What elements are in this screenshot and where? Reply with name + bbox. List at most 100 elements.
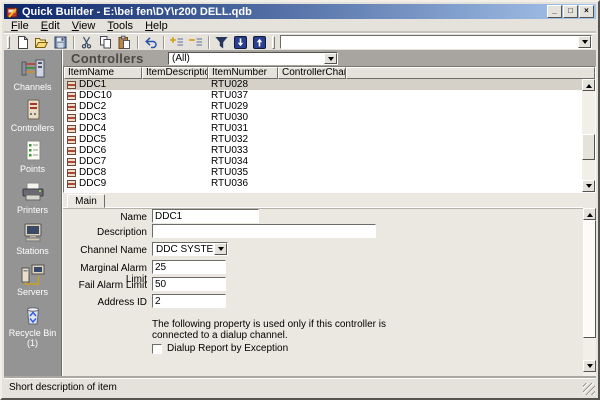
table-row[interactable]: DDC5RTU032 [64,134,582,145]
table-row[interactable]: DDC6RTU033 [64,145,582,156]
table-cell: DDC3 [64,112,142,123]
undo-button[interactable] [141,34,160,50]
window-title: Quick Builder - E:\bei fen\DY\r200 DELL.… [22,6,546,18]
table-row[interactable]: DDC10RTU037 [64,90,582,101]
channel-name-combobox[interactable]: DDC SYSTEM [152,242,228,256]
undo-arrow-icon [143,35,158,50]
description-field[interactable] [152,224,376,238]
filter-button[interactable] [212,34,231,50]
fail-alarm-limit-field[interactable] [152,277,226,291]
paste-button[interactable] [115,34,134,50]
scroll-down-button[interactable] [583,360,596,372]
marginal-alarm-limit-field[interactable] [152,260,226,274]
controller-item-icon [67,180,76,188]
table-cell: RTU031 [208,123,278,134]
dialup-report-checkbox[interactable] [152,344,162,354]
toolbar-grip[interactable] [7,36,10,49]
download-icon [233,35,248,50]
stations-icon [19,222,47,244]
table-cell: RTU037 [208,90,278,101]
open-folder-icon [34,35,49,50]
column-header-itemdescription[interactable]: ItemDescription [142,67,208,79]
printers-icon [19,181,47,203]
sidebar-item-label: Recycle Bin(1) [9,328,57,348]
filter-combobox[interactable]: (All) [168,52,338,65]
tab-main[interactable]: Main [67,194,105,208]
toolbar-grip[interactable] [272,36,275,49]
upload-button[interactable] [250,34,269,50]
toolbar-separator [137,36,138,49]
menu-tools[interactable]: Tools [101,19,139,33]
arrow-up-icon [587,210,593,217]
table-row[interactable]: DDC9RTU036 [64,178,582,189]
resize-grip[interactable] [583,383,595,395]
maximize-button[interactable]: □ [563,5,578,18]
form-vertical-scrollbar[interactable] [583,208,596,378]
sidebar-item-channels[interactable]: Channels [4,58,61,99]
table-vertical-scrollbar[interactable] [582,79,595,192]
table-cell: DDC1 [64,79,142,90]
name-label: Name [67,212,147,223]
sidebar-item-recycle-bin[interactable]: Recycle Bin(1) [4,304,61,345]
controller-item-icon [67,92,76,100]
scrollbar-thumb[interactable] [583,220,596,338]
scrollbar-thumb[interactable] [582,134,595,160]
table-row[interactable]: DDC8RTU035 [64,167,582,178]
sidebar-item-label: Stations [16,246,49,256]
table-row[interactable]: DDC3 RTU030 [64,112,582,123]
table-cell: DDC8 [64,167,142,178]
controller-item-icon [67,114,76,122]
chevron-down-icon [328,57,334,64]
new-button[interactable] [13,34,32,50]
table-row[interactable]: DDC1RTU028 [64,79,582,90]
sidebar-item-label: Printers [17,205,48,215]
scroll-down-button[interactable] [582,180,595,192]
address-id-field[interactable] [152,294,226,308]
sidebar-item-printers[interactable]: Printers [4,181,61,222]
filter-dropdown-button[interactable] [324,53,337,64]
table-cell: RTU030 [208,112,278,123]
controllers-table-body: DDC1RTU028DDC10RTU037DDC2RTU029DDC3 RTU03… [64,79,582,192]
tab-strip: Main [63,193,596,208]
toolbar-separator [208,36,209,49]
menu-view[interactable]: View [66,19,102,33]
sidebar-item-servers[interactable]: Servers [4,263,61,304]
copy-button[interactable] [96,34,115,50]
content-area: Controllers (All) ItemName ItemDescripti… [62,50,596,378]
name-field[interactable] [152,209,259,223]
sidebar-item-label: Servers [17,287,48,297]
page-title: Controllers [71,51,144,66]
toolbar-search-combobox[interactable] [280,35,592,49]
column-header-controllerchannel[interactable]: ControllerChann... [278,67,346,79]
cut-button[interactable] [77,34,96,50]
add-items-icon [169,35,184,50]
table-row[interactable]: DDC4RTU031 [64,123,582,134]
combo-dropdown-button[interactable] [578,36,591,48]
column-header-itemname[interactable]: ItemName [64,67,142,79]
download-button[interactable] [231,34,250,50]
menu-bar: File Edit View Tools Help [4,19,596,33]
dialup-note-line1: The following property is used only if t… [152,319,386,330]
menu-file[interactable]: File [5,19,35,33]
dialup-note-line2: connected to a dialup channel. [152,330,288,341]
remove-items-button[interactable] [186,34,205,50]
scroll-up-button[interactable] [582,79,595,91]
menu-edit[interactable]: Edit [35,19,66,33]
table-row[interactable]: DDC7RTU034 [64,156,582,167]
menu-help[interactable]: Help [139,19,174,33]
minimize-button[interactable]: _ [547,5,562,18]
add-items-button[interactable] [167,34,186,50]
new-icon [15,35,30,50]
close-button[interactable]: × [579,5,594,18]
open-button[interactable] [32,34,51,50]
sidebar-item-stations[interactable]: Stations [4,222,61,263]
table-row[interactable]: DDC2RTU029 [64,101,582,112]
sidebar-item-points[interactable]: Points [4,140,61,181]
column-header-itemnumber[interactable]: ItemNumber [208,67,278,79]
scroll-up-button[interactable] [583,208,596,220]
sidebar-item-controllers[interactable]: Controllers [4,99,61,140]
chevron-down-icon [218,247,224,254]
sidebar-item-label: Channels [13,82,51,92]
save-button[interactable] [51,34,70,50]
channel-dropdown-button[interactable] [214,243,227,255]
